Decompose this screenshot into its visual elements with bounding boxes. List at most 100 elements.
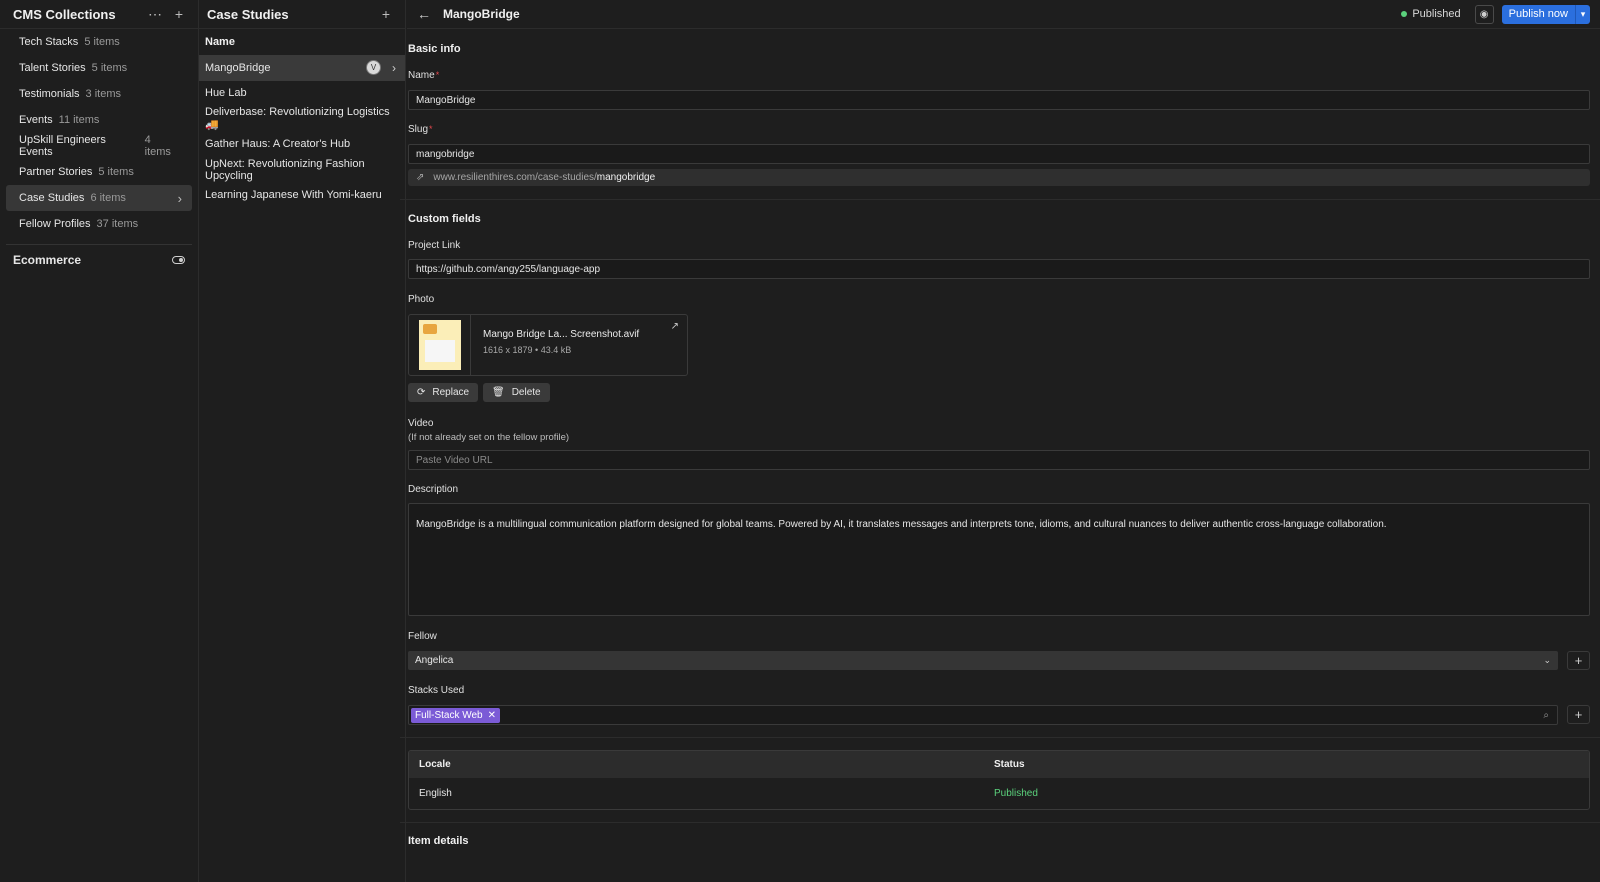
collection-name: Events	[19, 114, 53, 126]
section-title-item-details: Item details	[408, 835, 469, 847]
description-textarea[interactable]: MangoBridge is a multilingual communicat…	[408, 503, 1590, 616]
project-link-field[interactable]: https://github.com/angy255/language-app	[408, 259, 1590, 279]
collection-item-case-studies[interactable]: Case Studies 6 items ›	[6, 185, 192, 211]
collection-name: UpSkill Engineers Events	[19, 134, 106, 158]
delete-button[interactable]: 🗑 Delete	[483, 383, 550, 402]
collection-count: 5 items	[91, 62, 128, 74]
item-name: Hue Lab	[205, 87, 247, 100]
more-icon[interactable]: ⋯	[148, 6, 162, 22]
collection-name: Fellow Profiles	[19, 218, 91, 230]
locale-table-header: Locale Status	[409, 751, 1589, 778]
list-item[interactable]: MangoBridge V ›	[199, 55, 405, 81]
chevron-right-icon: ›	[392, 60, 396, 75]
item-name: Gather Haus: A Creator's Hub	[205, 138, 351, 151]
collection-name: Partner Stories	[19, 166, 93, 178]
required-asterisk: *	[435, 70, 440, 80]
collections-panel: CMS Collections ⋯ + Tech Stacks 5 items …	[0, 0, 199, 882]
collection-count: 6 items	[90, 192, 126, 204]
divider	[400, 737, 1600, 738]
video-hint: (If not already set on the fellow profil…	[408, 432, 570, 443]
collection-name: Talent Stories	[19, 62, 86, 74]
collection-name: Testimonials	[19, 88, 80, 100]
add-stack-button[interactable]: +	[1567, 705, 1590, 724]
list-item[interactable]: Deliverbase: Revolutionizing Logistics 🚚	[199, 106, 405, 132]
search-icon: ⌕	[1543, 709, 1549, 721]
preview-eye-icon[interactable]: ◉	[1474, 4, 1494, 24]
replace-label: Replace	[432, 387, 470, 398]
collection-item-partner-stories[interactable]: Partner Stories 5 items	[6, 159, 192, 185]
stack-tag-label: Full-Stack Web	[415, 709, 483, 721]
name-label: Name*	[408, 70, 439, 81]
back-arrow-icon[interactable]: ←	[417, 6, 431, 22]
locale-cell: English	[419, 788, 452, 799]
collection-count: 5 items	[84, 36, 120, 48]
name-field[interactable]: MangoBridge	[408, 90, 1590, 110]
collection-item-events[interactable]: Events 11 items	[6, 107, 192, 133]
section-title-basic-info: Basic info	[408, 43, 461, 55]
collection-count: 4 items	[144, 134, 171, 158]
collection-item-fellow-profiles[interactable]: Fellow Profiles 37 items	[6, 211, 192, 237]
link-icon: ⇗	[416, 172, 425, 183]
add-fellow-button[interactable]: +	[1567, 651, 1590, 670]
open-external-icon[interactable]: ↗	[671, 321, 679, 332]
name-label-text: Name	[408, 70, 435, 81]
slug-url-prefix: www.resilienthires.com/case-studies/	[433, 172, 597, 183]
slug-url-preview: ⇗ www.resilienthires.com/case-studies/ma…	[408, 169, 1590, 186]
collection-item-testimonials[interactable]: Testimonials 3 items	[6, 81, 192, 107]
header-status: Status	[994, 759, 1025, 770]
photo-thumbnail	[409, 315, 471, 375]
item-name: Deliverbase: Revolutionizing Logistics 🚚	[205, 106, 390, 132]
slug-url-slug: mangobridge	[596, 172, 656, 183]
detail-header: ← MangoBridge Published ◉ Publish now ▾	[407, 0, 1600, 29]
video-url-input[interactable]: Paste Video URL	[408, 450, 1590, 470]
item-name: UpNext: Revolutionizing Fashion Upcyclin…	[205, 157, 365, 182]
table-row[interactable]: English Published	[409, 778, 1589, 809]
video-label: Video	[408, 418, 434, 429]
detail-panel: ← MangoBridge Published ◉ Publish now ▾ …	[400, 0, 1600, 882]
divider	[400, 199, 1600, 200]
stack-tag: Full-Stack Web ✕	[411, 707, 501, 723]
ecommerce-section[interactable]: Ecommerce	[0, 245, 198, 275]
collection-item-talent-stories[interactable]: Talent Stories 5 items	[6, 55, 192, 81]
photo-filename: Mango Bridge La... Screenshot.avif	[483, 329, 640, 340]
list-item[interactable]: Hue Lab	[199, 81, 405, 107]
items-panel: Case Studies + Name MangoBridge V › Hue …	[199, 0, 406, 882]
list-item[interactable]: UpNext: Revolutionizing Fashion Upcyclin…	[199, 157, 405, 183]
publish-group: Publish now ▾	[1501, 4, 1590, 24]
ecommerce-toggle-icon[interactable]	[172, 256, 185, 264]
chevron-down-icon: ⌄	[1543, 655, 1551, 665]
column-header-name[interactable]: Name	[199, 29, 405, 55]
collections-header: CMS Collections ⋯ +	[0, 0, 198, 29]
description-label: Description	[408, 484, 459, 495]
fellow-select[interactable]: Angelica ⌄	[408, 651, 1558, 670]
refresh-icon: ⟳	[417, 387, 426, 398]
remove-tag-icon[interactable]: ✕	[488, 710, 496, 721]
locale-table: Locale Status English Published	[408, 750, 1590, 810]
slug-label: Slug*	[408, 124, 433, 135]
delete-label: Delete	[511, 387, 541, 398]
chevron-right-icon: ›	[177, 190, 182, 206]
detail-body: Basic info Name* MangoBridge Slug* mango…	[400, 29, 1600, 882]
add-collection-icon[interactable]: +	[172, 6, 186, 22]
publish-options-chevron-icon[interactable]: ▾	[1575, 4, 1590, 24]
collection-item-upskill-engineers-events[interactable]: UpSkill Engineers Events 4 items	[6, 133, 192, 159]
replace-button[interactable]: ⟳ Replace	[408, 383, 479, 402]
list-item[interactable]: Learning Japanese With Yomi-kaeru	[199, 183, 405, 209]
items-header: Case Studies +	[199, 0, 405, 29]
slug-label-text: Slug	[408, 124, 429, 135]
collection-item-tech-stacks[interactable]: Tech Stacks 5 items	[6, 29, 192, 55]
required-asterisk: *	[429, 124, 433, 134]
divider	[400, 822, 1600, 823]
collections-title: CMS Collections	[13, 6, 116, 22]
collection-name: Tech Stacks	[19, 36, 79, 48]
status-badge: Published	[1401, 8, 1461, 20]
stacks-used-label: Stacks Used	[408, 685, 465, 696]
slug-field[interactable]: mangobridge	[408, 144, 1590, 164]
list-item[interactable]: Gather Haus: A Creator's Hub	[199, 132, 405, 158]
publish-now-button[interactable]: Publish now	[1502, 5, 1575, 24]
add-item-icon[interactable]: +	[379, 6, 393, 22]
collection-count: 37 items	[96, 218, 139, 230]
fellow-label: Fellow	[408, 631, 437, 642]
photo-card[interactable]: Mango Bridge La... Screenshot.avif 1616 …	[408, 314, 688, 376]
stacks-multiselect[interactable]: Full-Stack Web ✕ ⌕	[408, 705, 1558, 725]
